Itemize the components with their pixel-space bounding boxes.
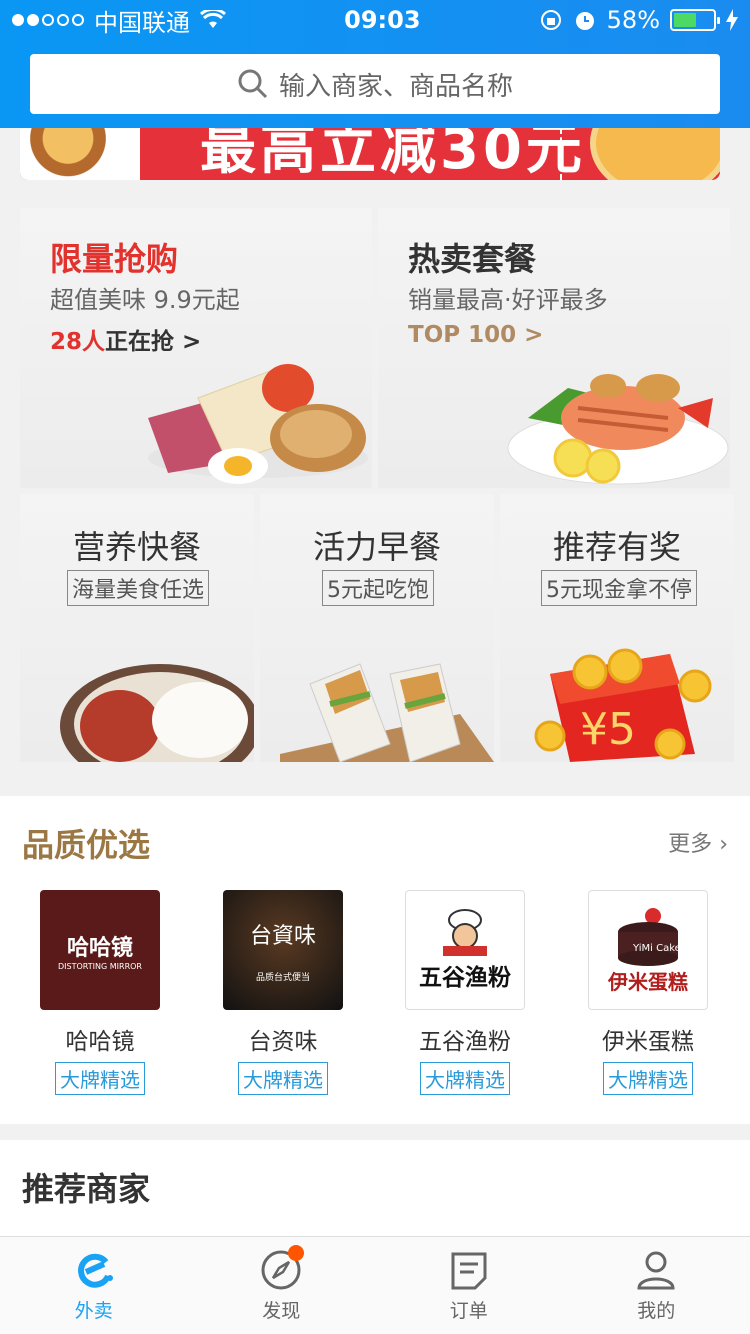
brand-logo: 台資味 品质台式便当: [223, 890, 343, 1010]
banner-food-image: [20, 128, 140, 180]
promo-banner[interactable]: 最高立减30元: [20, 128, 720, 180]
tab-discover[interactable]: 发现: [188, 1237, 376, 1334]
banner-text: 最高立减30元: [200, 128, 586, 180]
section-title: 推荐商家: [22, 1170, 151, 1208]
promo-title: 活力早餐: [312, 528, 441, 566]
brand-tag: 大牌精选: [603, 1062, 693, 1095]
tab-orders[interactable]: 订单: [375, 1237, 563, 1334]
svg-text:YiMi Cake: YiMi Cake: [632, 943, 681, 954]
brand-name: 五谷渔粉: [419, 1029, 511, 1055]
promo-fast-food[interactable]: 营养快餐 海量美食任选: [20, 494, 254, 762]
search-input[interactable]: 输入商家、商品名称: [30, 54, 720, 114]
brand-logo: 哈哈镜 DISTORTING MIRROR: [40, 890, 160, 1010]
brand-logo: 五谷渔粉: [405, 890, 525, 1010]
brand-name: 伊米蛋糕: [602, 1029, 694, 1055]
promo-tag: 海量美食任选: [67, 570, 210, 606]
salmon-plate-image: [507, 374, 729, 485]
search-placeholder: 输入商家、商品名称: [278, 71, 513, 102]
chevron-right-icon: ›: [719, 832, 728, 857]
status-time: 09:03: [344, 6, 421, 34]
quality-section: 品质优选 更多 › 哈哈镜 DISTORTING MIRROR 哈哈镜 大牌精选…: [0, 796, 750, 1124]
promo-title: 限量抢购: [50, 240, 179, 278]
brand-tag: 大牌精选: [420, 1062, 510, 1095]
brand-item[interactable]: YiMi Cake 伊米蛋糕 伊米蛋糕 大牌精选: [588, 890, 708, 1095]
rice-bowl-image: [60, 664, 254, 762]
tab-label: 外卖: [74, 1300, 113, 1322]
banner-divider: [560, 128, 562, 180]
order-icon: [451, 1252, 487, 1290]
brand-item[interactable]: 哈哈镜 DISTORTING MIRROR 哈哈镜 大牌精选: [40, 890, 160, 1095]
rotation-lock-icon: [540, 10, 561, 30]
tab-label: 发现: [262, 1300, 301, 1322]
brand-item[interactable]: 台資味 品质台式便当 台资味 大牌精选: [223, 890, 343, 1095]
promo-subtitle: 超值美味 9.9元起: [50, 286, 240, 314]
section-title: 品质优选: [22, 826, 151, 864]
promo-hot-combo[interactable]: 热卖套餐 销量最高·好评最多 TOP 100 >: [378, 208, 730, 488]
brand-item[interactable]: 五谷渔粉 五谷渔粉 大牌精选: [405, 890, 525, 1095]
banner-coin-image: [590, 128, 720, 180]
brand-name: 哈哈镜: [65, 1029, 135, 1055]
bottom-tab-bar: 外卖 发现 订单 我的: [0, 1236, 750, 1334]
promo-breakfast[interactable]: 活力早餐 5元起吃饱: [260, 494, 494, 762]
tab-label: 我的: [637, 1300, 676, 1322]
profile-icon: [637, 1251, 675, 1290]
charging-icon: [726, 9, 738, 31]
tab-profile[interactable]: 我的: [563, 1237, 750, 1334]
app-header: 中国联通 09:03 58% 输入商家、商品名称: [0, 0, 750, 128]
promo-link: TOP 100 >: [408, 322, 544, 348]
tab-takeout[interactable]: 外卖: [0, 1237, 188, 1334]
battery-icon: [670, 9, 720, 31]
wifi-icon: [200, 10, 226, 28]
eleme-icon: [77, 1253, 113, 1288]
red-envelope-image: ¥5: [534, 648, 712, 762]
battery-percent: 58%: [606, 6, 660, 34]
promo-tag: 5元现金拿不停: [541, 570, 697, 606]
recommend-section: 推荐商家: [0, 1140, 750, 1240]
brand-tag: 大牌精选: [55, 1062, 145, 1095]
promo-title: 热卖套餐: [408, 240, 537, 278]
alarm-icon: [575, 12, 594, 30]
meat-platter-image: [148, 364, 368, 484]
status-bar: 中国联通 09:03 58%: [0, 0, 750, 40]
carrier-label: 中国联通: [94, 8, 190, 37]
promo-subtitle: 销量最高·好评最多: [408, 286, 608, 314]
more-link[interactable]: 更多 ›: [668, 826, 728, 858]
promo-flash-sale[interactable]: 限量抢购 超值美味 9.9元起 28人正在抢 >: [20, 208, 372, 488]
promo-title: 营养快餐: [72, 528, 201, 566]
notification-badge: [287, 1245, 304, 1261]
brand-logo: YiMi Cake 伊米蛋糕: [588, 890, 708, 1010]
signal-icon: [12, 14, 84, 26]
promo-tag: 5元起吃饱: [322, 570, 434, 606]
search-icon: [238, 69, 268, 99]
svg-text:¥5: ¥5: [580, 704, 636, 755]
promo-referral[interactable]: 推荐有奖 5元现金拿不停 ¥5: [500, 494, 734, 762]
tab-label: 订单: [449, 1300, 488, 1322]
brand-tag: 大牌精选: [238, 1062, 328, 1095]
brand-name: 台资味: [248, 1029, 318, 1055]
chef-icon: [443, 909, 487, 956]
cake-icon: YiMi Cake: [618, 907, 681, 966]
promo-title: 推荐有奖: [552, 528, 681, 566]
sandwich-image: [280, 663, 494, 762]
